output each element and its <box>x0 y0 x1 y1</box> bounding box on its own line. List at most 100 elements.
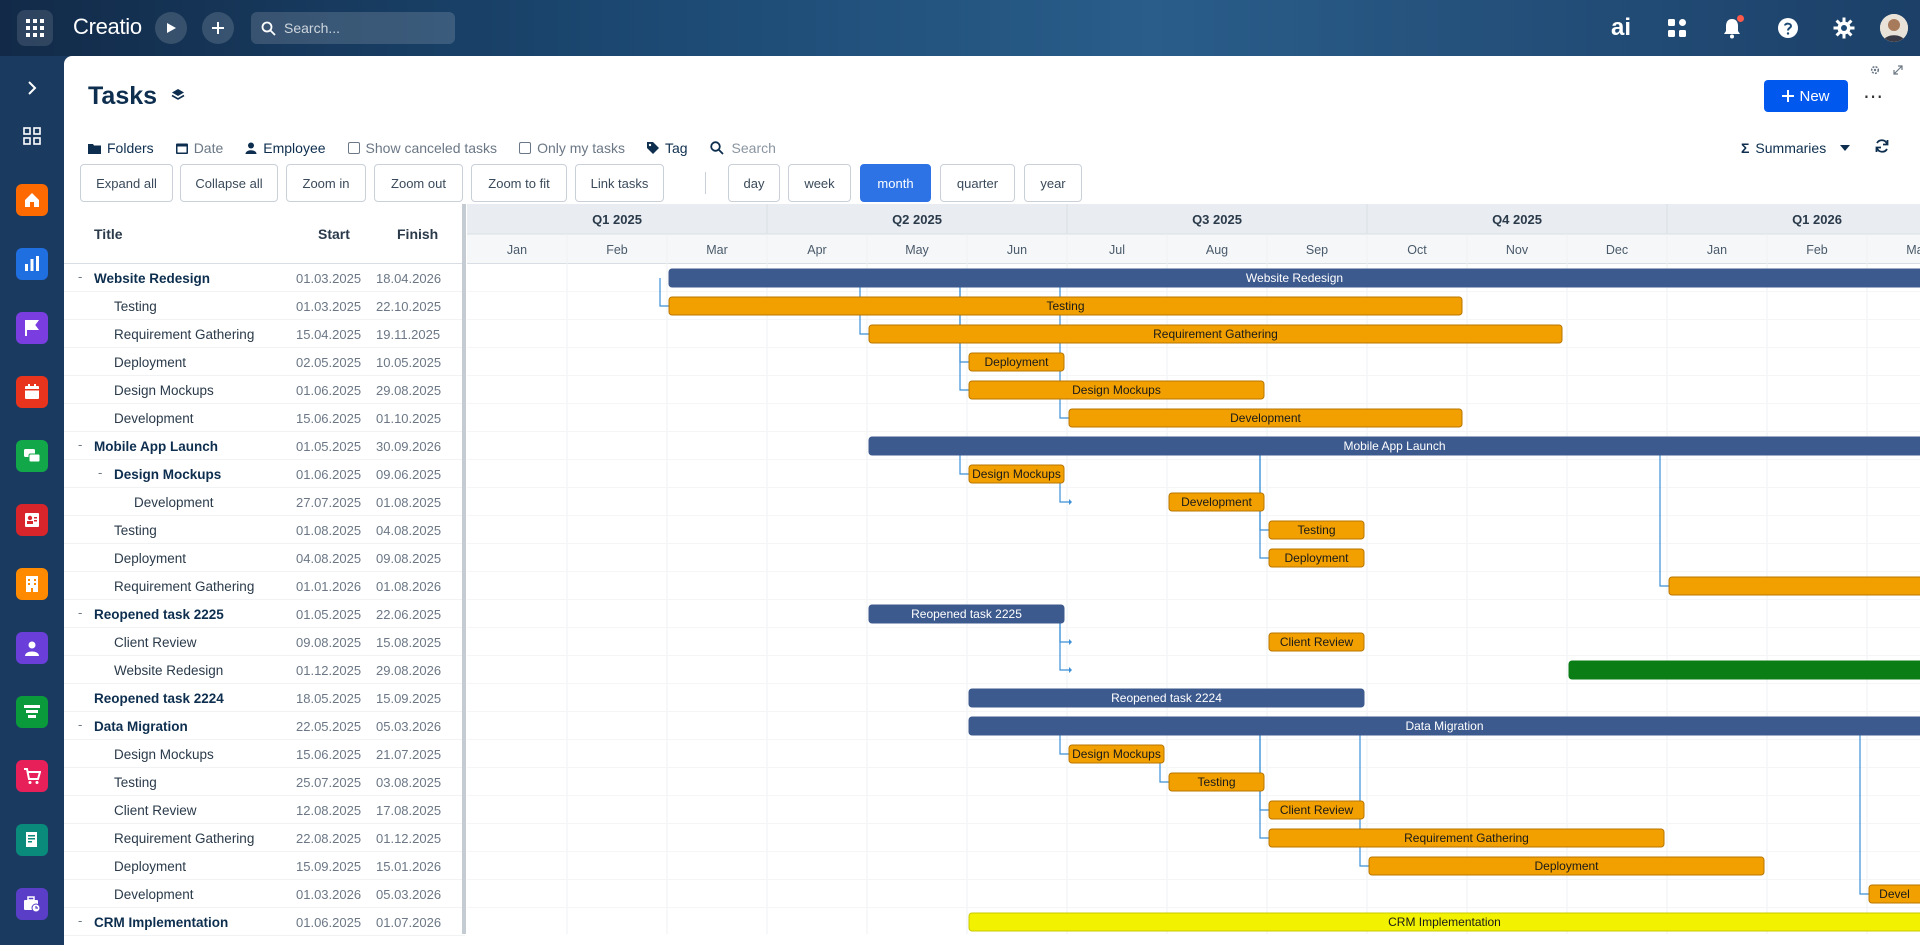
task-title[interactable]: Testing <box>114 775 157 790</box>
only-my-tasks-checkbox[interactable]: Only my tasks <box>519 140 625 156</box>
table-row[interactable]: Requirement Gathering 22.08.2025 01.12.202… <box>64 824 465 852</box>
table-row[interactable]: Development 01.03.2026 05.03.2026 <box>64 880 465 908</box>
table-row[interactable]: - Data Migration 22.05.2025 05.03.2026 <box>64 712 465 740</box>
task-title[interactable]: Design Mockups <box>114 747 214 762</box>
card-settings-icon[interactable] <box>1870 62 1880 80</box>
task-title[interactable]: Deployment <box>114 859 186 874</box>
table-row[interactable]: Website Redesign 01.12.2025 29.08.2026 <box>64 656 465 684</box>
scale-week-button[interactable]: week <box>788 164 851 202</box>
table-row[interactable]: Deployment 15.09.2025 15.01.2026 <box>64 852 465 880</box>
all-apps-nav-item[interactable] <box>16 120 48 152</box>
notifications-button[interactable] <box>1716 12 1748 44</box>
task-title[interactable]: Development <box>114 887 194 902</box>
pipeline-nav-item[interactable] <box>16 696 48 728</box>
service-nav-item[interactable] <box>16 888 48 920</box>
title-column-header[interactable]: Title <box>94 226 123 242</box>
campaigns-nav-item[interactable] <box>16 312 48 344</box>
collapse-all-button[interactable]: Collapse all <box>180 164 278 202</box>
table-row[interactable]: Requirement Gathering 15.04.2025 19.11.202… <box>64 320 465 348</box>
collapse-toggle-icon[interactable]: - <box>78 717 82 732</box>
table-row[interactable]: Development 15.06.2025 01.10.2025 <box>64 404 465 432</box>
grid-splitter[interactable] <box>462 204 466 934</box>
table-row[interactable]: Testing 25.07.2025 03.08.2025 <box>64 768 465 796</box>
settings-button[interactable] <box>1828 12 1860 44</box>
task-title[interactable]: Deployment <box>114 551 186 566</box>
orders-nav-item[interactable] <box>16 760 48 792</box>
contacts-nav-item[interactable] <box>16 504 48 536</box>
task-title[interactable]: Testing <box>114 299 157 314</box>
dashboards-nav-item[interactable] <box>16 248 48 280</box>
folders-filter[interactable]: Folders <box>88 140 154 156</box>
home-nav-item[interactable] <box>16 184 48 216</box>
collapse-toggle-icon[interactable]: - <box>78 269 82 284</box>
scale-year-button[interactable]: year <box>1024 164 1082 202</box>
task-title[interactable]: Reopened task 2224 <box>94 691 224 706</box>
task-title[interactable]: Development <box>134 495 214 510</box>
table-row[interactable]: Testing 01.03.2025 22.10.2025 <box>64 292 465 320</box>
tasks-search-input[interactable]: Search <box>709 140 776 156</box>
apps-grid-icon[interactable] <box>17 10 53 46</box>
table-row[interactable]: Reopened task 2224 18.05.2025 15.09.2025 <box>64 684 465 712</box>
task-title[interactable]: Reopened task 2225 <box>94 607 224 622</box>
table-row[interactable]: - Mobile App Launch 01.05.2025 30.09.2026 <box>64 432 465 460</box>
table-row[interactable]: Requirement Gathering 01.01.2026 01.08.202… <box>64 572 465 600</box>
task-title[interactable]: Requirement Gathering <box>114 327 254 342</box>
table-row[interactable]: - Reopened task 2225 01.05.2025 22.06.2025 <box>64 600 465 628</box>
scale-day-button[interactable]: day <box>728 164 780 202</box>
new-task-button[interactable]: New <box>1764 80 1848 112</box>
table-row[interactable]: Deployment 02.05.2025 10.05.2025 <box>64 348 465 376</box>
finish-column-header[interactable]: Finish <box>397 226 438 242</box>
task-title[interactable]: Data Migration <box>94 719 188 734</box>
app-hub-button[interactable] <box>1661 12 1693 44</box>
only-my-tasks-box[interactable] <box>519 142 532 154</box>
task-title[interactable]: Design Mockups <box>114 467 221 482</box>
show-canceled-box[interactable] <box>347 142 360 154</box>
table-row[interactable]: Deployment 04.08.2025 09.08.2025 <box>64 544 465 572</box>
communications-nav-item[interactable] <box>16 440 48 472</box>
task-title[interactable]: Requirement Gathering <box>114 579 254 594</box>
table-row[interactable]: Design Mockups 15.06.2025 21.07.2025 <box>64 740 465 768</box>
global-search-input[interactable]: Search... <box>251 12 455 44</box>
collapse-toggle-icon[interactable]: - <box>98 465 102 480</box>
task-title[interactable]: Development <box>114 411 194 426</box>
creatio-logo[interactable]: Creatio <box>73 14 142 40</box>
more-actions-button[interactable]: ⋯ <box>1861 80 1885 112</box>
zoom-in-button[interactable]: Zoom in <box>286 164 366 202</box>
table-row[interactable]: - Design Mockups 01.06.2025 09.06.2025 <box>64 460 465 488</box>
task-title[interactable]: Mobile App Launch <box>94 439 218 454</box>
user-avatar[interactable] <box>1880 14 1908 42</box>
employee-filter[interactable]: Employee <box>245 140 326 156</box>
calendar-nav-item[interactable] <box>16 376 48 408</box>
expand-all-button[interactable]: Expand all <box>80 164 173 202</box>
help-button[interactable] <box>1772 12 1804 44</box>
task-title[interactable]: Client Review <box>114 803 197 818</box>
collapse-toggle-icon[interactable]: - <box>78 437 82 452</box>
table-row[interactable]: Client Review 12.08.2025 17.08.2025 <box>64 796 465 824</box>
scale-quarter-button[interactable]: quarter <box>940 164 1015 202</box>
run-process-button[interactable] <box>155 12 187 44</box>
table-row[interactable]: - Website Redesign 01.03.2025 18.04.2026 <box>64 264 465 292</box>
collapse-toggle-icon[interactable]: - <box>78 605 82 620</box>
expand-nav-button[interactable] <box>16 72 48 104</box>
table-row[interactable]: Testing 01.08.2025 04.08.2025 <box>64 516 465 544</box>
task-title[interactable]: Testing <box>114 523 157 538</box>
table-row[interactable]: Client Review 09.08.2025 15.08.2025 <box>64 628 465 656</box>
zoom-to-fit-button[interactable]: Zoom to fit <box>471 164 567 202</box>
ai-assistant-button[interactable]: ai <box>1605 12 1637 44</box>
task-title[interactable]: Design Mockups <box>114 383 214 398</box>
fullscreen-icon[interactable] <box>1893 62 1903 80</box>
task-title[interactable]: Deployment <box>114 355 186 370</box>
table-row[interactable]: - CRM Implementation 01.06.2025 01.07.2026 <box>64 908 465 936</box>
start-column-header[interactable]: Start <box>318 226 350 242</box>
task-title[interactable]: Client Review <box>114 635 197 650</box>
link-tasks-button[interactable]: Link tasks <box>575 164 664 202</box>
tag-filter[interactable]: Tag <box>646 140 688 156</box>
task-title[interactable]: Website Redesign <box>114 663 223 678</box>
collapse-toggle-icon[interactable]: - <box>78 913 82 928</box>
gantt-bar[interactable] <box>1668 576 1920 596</box>
gantt-bar[interactable] <box>1568 660 1920 680</box>
task-title[interactable]: Requirement Gathering <box>114 831 254 846</box>
show-canceled-checkbox[interactable]: Show canceled tasks <box>347 140 497 156</box>
table-row[interactable]: Development 27.07.2025 01.08.2025 <box>64 488 465 516</box>
summaries-dropdown[interactable]: Σ Summaries <box>1741 136 1851 160</box>
